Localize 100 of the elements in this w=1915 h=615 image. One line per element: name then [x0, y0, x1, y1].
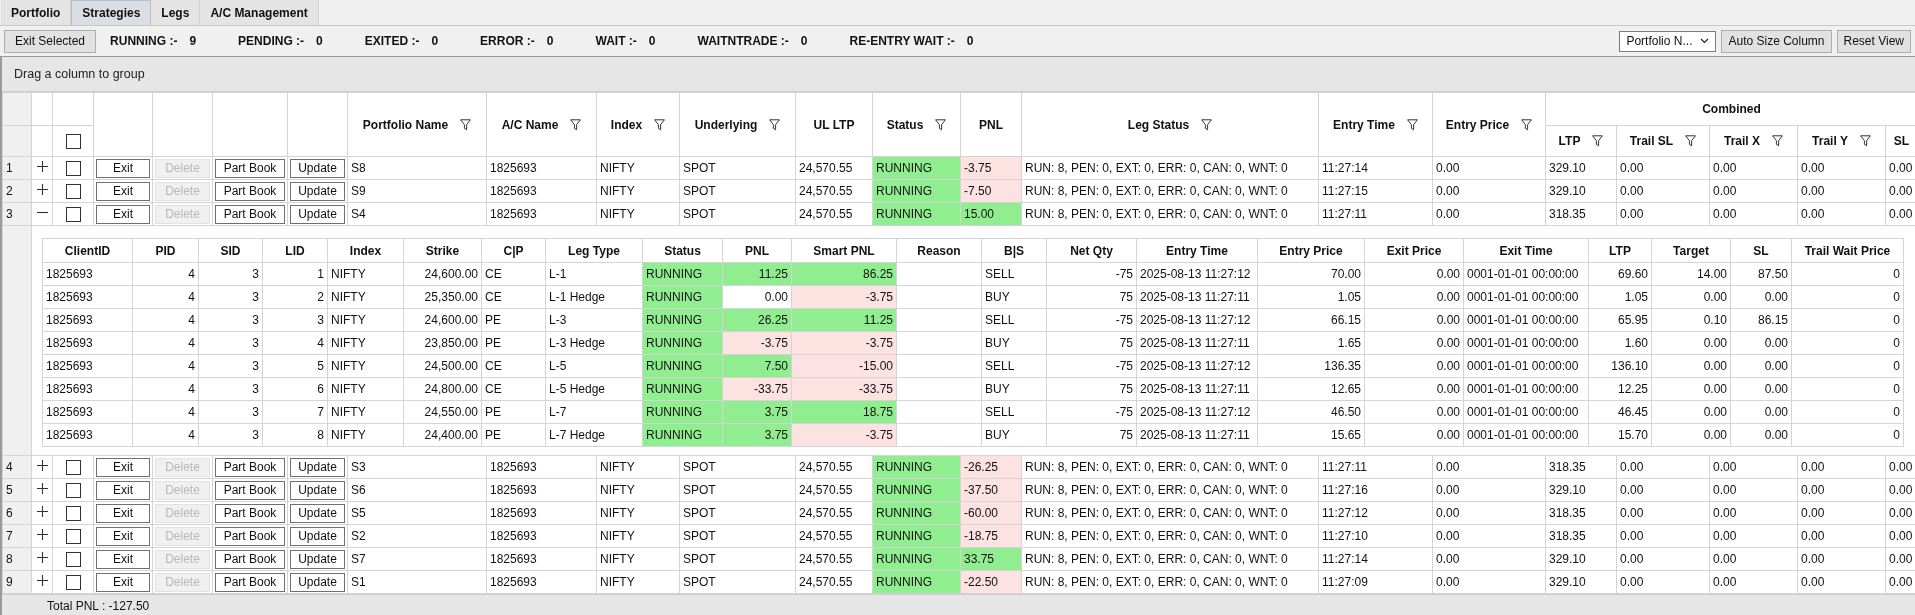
filter-icon[interactable]	[1772, 135, 1783, 147]
checkbox[interactable]	[65, 505, 81, 521]
total-pnl: Total PNL : -127.50	[47, 599, 150, 613]
filter-icon[interactable]	[1592, 135, 1604, 147]
filter-icon[interactable]	[1521, 118, 1533, 131]
checkbox[interactable]	[65, 482, 81, 498]
table-cell: L-5	[545, 354, 643, 378]
update-button[interactable]: Update	[290, 526, 345, 546]
update-button[interactable]: Update	[290, 480, 345, 500]
toolbar-button[interactable]: Auto Size Column	[1721, 29, 1832, 53]
table-cell: 3	[198, 308, 263, 332]
filter-icon[interactable]	[460, 118, 472, 131]
plus-icon[interactable]	[36, 483, 48, 494]
checkbox[interactable]	[65, 551, 81, 567]
tab[interactable]: Legs	[151, 0, 201, 25]
table-cell: 24,570.55	[795, 570, 873, 594]
exit-button[interactable]: Exit	[96, 158, 150, 178]
plus-icon[interactable]	[36, 575, 48, 586]
table-cell: 4	[132, 354, 199, 378]
tab[interactable]: A/C Management	[200, 0, 319, 25]
table-cell: 24,800.00	[403, 377, 482, 401]
exit-button[interactable]: Exit	[96, 503, 150, 523]
toolbar-button[interactable]: Reset View	[1836, 29, 1911, 53]
plus-icon[interactable]	[36, 184, 48, 195]
table-cell: 11:27:15	[1318, 179, 1433, 203]
filter-icon[interactable]	[1201, 118, 1213, 131]
checkbox[interactable]	[65, 206, 81, 222]
filter-icon[interactable]	[654, 118, 666, 131]
part-book-button[interactable]: Part Book	[215, 503, 285, 523]
table-cell: NIFTY	[596, 524, 680, 548]
table-cell: SPOT	[679, 547, 796, 571]
part-book-button[interactable]: Part Book	[215, 158, 285, 178]
portfolio-dropdown[interactable]: Portfolio N...	[1619, 30, 1717, 52]
checkbox[interactable]	[65, 133, 81, 149]
tab[interactable]: Portfolio	[1, 0, 72, 25]
part-book-button[interactable]: Part Book	[215, 204, 285, 224]
plus-icon[interactable]	[36, 506, 48, 517]
exit-button[interactable]: Exit	[96, 549, 150, 569]
status-count-value: 0	[546, 34, 554, 48]
table-cell: NIFTY	[327, 354, 404, 378]
update-button[interactable]: Update	[290, 181, 345, 201]
exit-button[interactable]: Exit	[96, 526, 150, 546]
table-cell: 329.10	[1545, 156, 1617, 180]
plus-icon[interactable]	[36, 460, 48, 471]
part-book-button[interactable]: Part Book	[215, 457, 285, 477]
table-cell: SPOT	[679, 570, 796, 594]
checkbox[interactable]	[65, 574, 81, 590]
filter-icon[interactable]	[1685, 135, 1697, 147]
update-button[interactable]: Update	[290, 204, 345, 224]
table-cell: 0.00	[1797, 570, 1886, 594]
update-button[interactable]: Update	[290, 572, 345, 592]
checkbox[interactable]	[65, 459, 81, 475]
pnl-cell: 0.00	[722, 285, 792, 309]
filter-icon[interactable]	[1859, 135, 1871, 147]
part-book-button[interactable]: Part Book	[215, 572, 285, 592]
table-cell: RUN: 8, PEN: 0, EXT: 0, ERR: 0, CAN: 0, WNT: 0	[1021, 455, 1319, 479]
filter-icon[interactable]	[570, 118, 582, 131]
plus-icon[interactable]	[36, 161, 48, 172]
table-cell: NIFTY	[596, 501, 680, 525]
table-cell: 0.00	[1616, 524, 1710, 548]
column-header: ClientID	[64, 243, 111, 258]
update-button[interactable]: Update	[290, 158, 345, 178]
checkbox[interactable]	[65, 183, 81, 199]
table-cell: 1825693	[486, 547, 597, 571]
table-cell: 2025-08-13 11:27:12	[1136, 262, 1258, 286]
table-cell: 329.10	[1545, 179, 1617, 203]
exit-button[interactable]: Exit	[96, 181, 150, 201]
table-cell: 0.00	[1797, 478, 1886, 502]
checkbox[interactable]	[65, 160, 81, 176]
status-count-label: WAITNTRADE :-	[697, 34, 789, 48]
part-book-button[interactable]: Part Book	[215, 181, 285, 201]
part-book-button[interactable]: Part Book	[215, 480, 285, 500]
update-button[interactable]: Update	[290, 549, 345, 569]
table-cell: RUN: 8, PEN: 0, EXT: 0, ERR: 0, CAN: 0, WNT: 0	[1021, 570, 1319, 594]
filter-icon[interactable]	[1406, 118, 1418, 131]
exit-button[interactable]: Exit	[96, 572, 150, 592]
update-button[interactable]: Update	[290, 457, 345, 477]
tab[interactable]: Strategies	[71, 0, 152, 25]
exit-button[interactable]: Exit	[96, 480, 150, 500]
table-cell: 65.95	[1588, 308, 1652, 332]
table-cell: 0.00	[1364, 400, 1464, 424]
plus-icon[interactable]	[36, 552, 48, 563]
update-button[interactable]: Update	[290, 503, 345, 523]
exit-selected-button[interactable]: Exit Selected	[4, 29, 97, 53]
filter-icon[interactable]	[769, 118, 781, 131]
column-header: Exit Time	[1499, 243, 1553, 258]
part-book-button[interactable]: Part Book	[215, 526, 285, 546]
table-cell: L-7 Hedge	[545, 423, 643, 447]
exit-button[interactable]: Exit	[96, 204, 150, 224]
table-cell: 136.35	[1257, 354, 1365, 378]
row-number: 9	[2, 570, 32, 594]
table-cell: 0.00	[1364, 262, 1464, 286]
filter-icon[interactable]	[935, 118, 947, 131]
table-cell: PE	[481, 423, 546, 447]
part-book-button[interactable]: Part Book	[215, 549, 285, 569]
column-header: Status	[664, 243, 701, 258]
exit-button[interactable]: Exit	[96, 457, 150, 477]
checkbox[interactable]	[65, 528, 81, 544]
plus-icon[interactable]	[36, 529, 48, 540]
table-cell: NIFTY	[327, 285, 404, 309]
